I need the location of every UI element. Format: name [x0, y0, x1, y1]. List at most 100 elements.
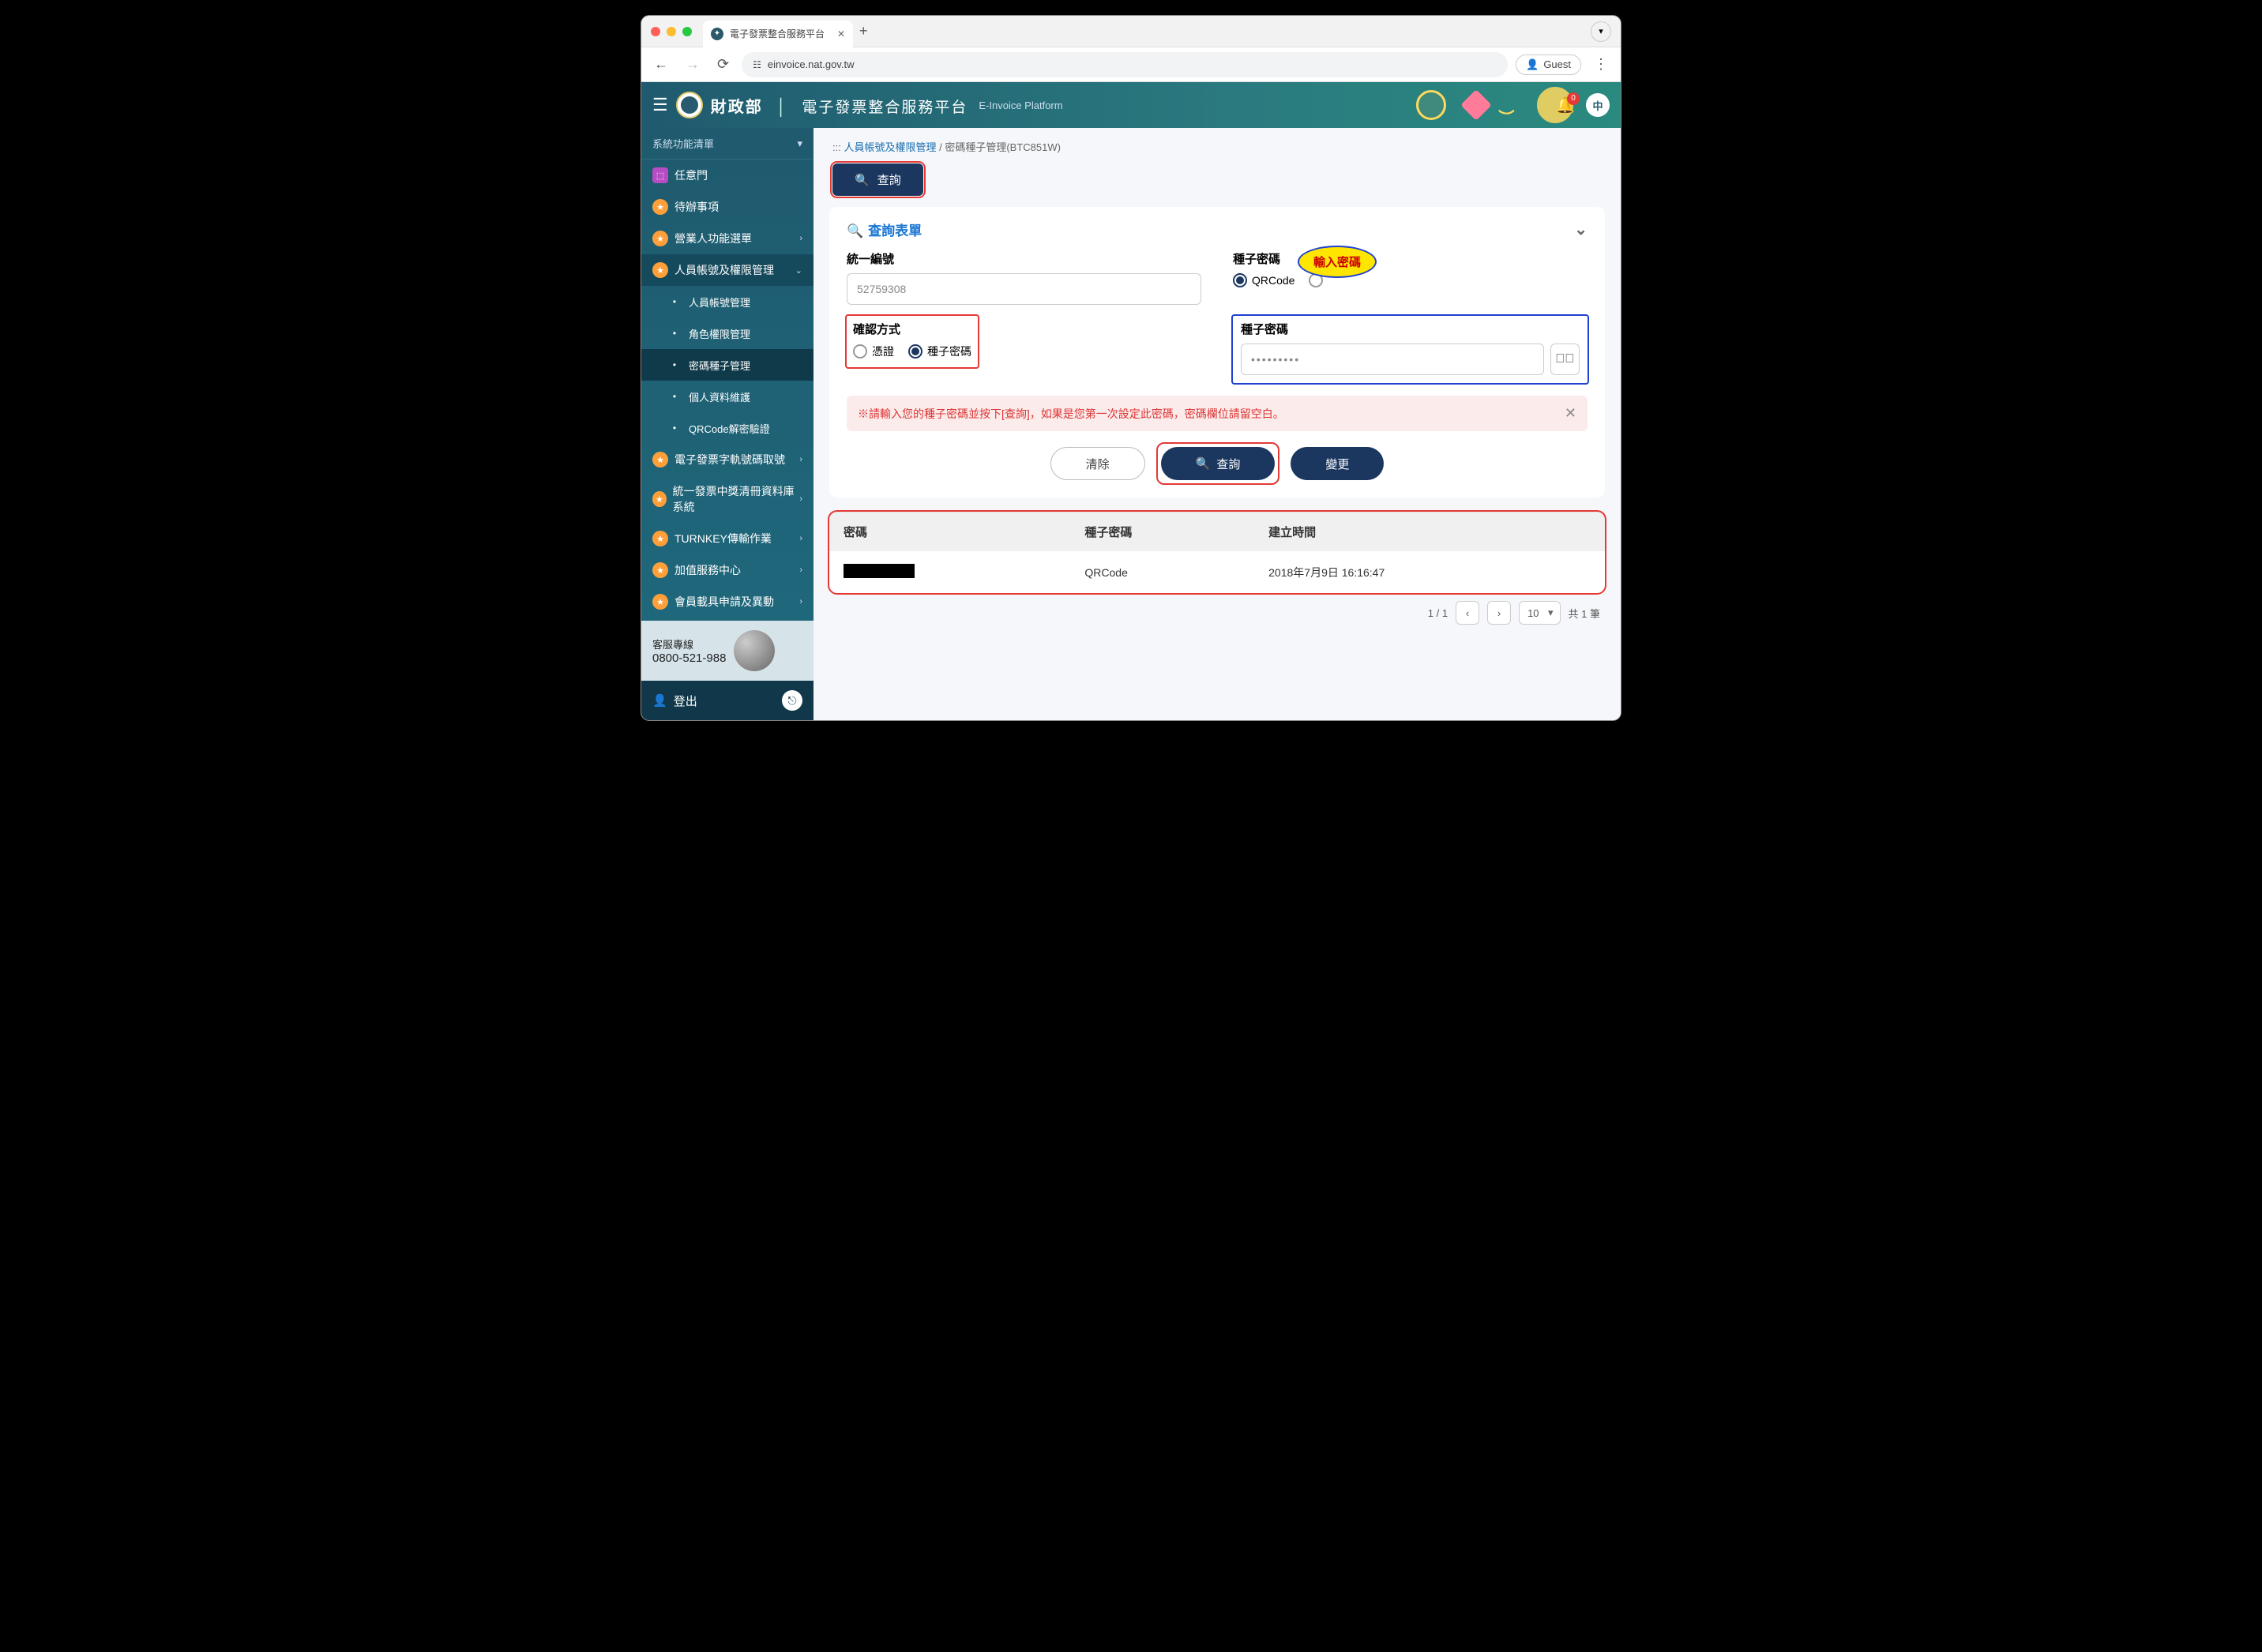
- radio-seed-password[interactable]: 種子密碼: [908, 344, 971, 359]
- alert-close-icon[interactable]: ✕: [1565, 405, 1576, 422]
- page-size-select[interactable]: 10: [1519, 601, 1560, 625]
- sidebar-item-label: 人員帳號及權限管理: [674, 262, 774, 278]
- notifications-button[interactable]: 🔔 0: [1555, 96, 1575, 115]
- th-created: 建立時間: [1254, 512, 1605, 552]
- window-controls: [651, 27, 692, 36]
- tab-title: 電子發票整合服務平台: [730, 27, 825, 40]
- redacted-password: [844, 564, 915, 578]
- clear-button[interactable]: 清除: [1050, 447, 1145, 480]
- support-block: 客服專線 0800-521-988: [641, 621, 813, 681]
- sidebar-item-label: 密碼種子管理: [689, 358, 750, 373]
- prev-page-button[interactable]: ‹: [1456, 601, 1479, 625]
- field-unified-number: 統一編號: [847, 250, 1201, 305]
- sidebar-item-seed-mgmt[interactable]: •密碼種子管理: [641, 349, 813, 381]
- chevron-right-icon: ›: [799, 234, 802, 243]
- star-icon: ★: [652, 562, 668, 578]
- sidebar-item-turnkey[interactable]: ★TURNKEY傳輸作業›: [641, 523, 813, 554]
- card-title: 查詢表單: [868, 223, 922, 238]
- page-total: 共 1 筆: [1569, 606, 1600, 621]
- header-decoration: ◞: [1416, 82, 1573, 128]
- change-button[interactable]: 變更: [1291, 447, 1384, 480]
- forward-button[interactable]: →: [681, 53, 705, 76]
- profile-icon: 👤: [1526, 58, 1539, 71]
- sidebar-heading: 系統功能清單 ▾: [641, 128, 813, 160]
- browser-window: ✦ 電子發票整合服務平台 ✕ + ▾ ← → ⟳ ☷ einvoice.nat.…: [641, 16, 1621, 720]
- sidebar-item-vas[interactable]: ★加值服務中心›: [641, 554, 813, 586]
- sidebar-item-label: 個人資料維護: [689, 389, 750, 404]
- profile-button[interactable]: 👤 Guest: [1516, 54, 1581, 75]
- star-icon: ★: [652, 531, 668, 546]
- sidebar-item-qrcode[interactable]: •QRCode解密驗證: [641, 412, 813, 444]
- button-label: 變更: [1325, 456, 1349, 472]
- brand-subtitle-en: E-Invoice Platform: [979, 99, 1062, 111]
- radio-label: 憑證: [872, 344, 894, 359]
- close-window[interactable]: [651, 27, 660, 36]
- breadcrumb: ::: 人員帳號及權限管理 / 密碼種子管理(BTC851W): [813, 128, 1621, 160]
- sidebar-item-member-carrier[interactable]: ★會員載具申請及異動›: [641, 586, 813, 618]
- sidebar-item-label: QRCode解密驗證: [689, 421, 770, 436]
- logout-label: 登出: [674, 693, 697, 709]
- star-icon: ★: [652, 262, 668, 278]
- button-label: 清除: [1086, 456, 1110, 472]
- sidebar-item-anywhere[interactable]: ⬚任意門: [641, 160, 813, 191]
- field-confirm-method: 確認方式 憑證 種子密碼: [847, 316, 1201, 383]
- collapse-icon[interactable]: ⌄: [1574, 220, 1588, 239]
- new-tab-button[interactable]: +: [859, 23, 868, 39]
- maximize-window[interactable]: [682, 27, 692, 36]
- browser-tab[interactable]: ✦ 電子發票整合服務平台 ✕: [703, 21, 853, 47]
- sidebar-item-invoice-track[interactable]: ★電子發票字軌號碼取號›: [641, 444, 813, 475]
- notif-badge: 0: [1567, 92, 1580, 105]
- sidebar-menu: ⬚任意門 ★待辦事項 ★營業人功能選單› ★ 人員帳號及權限管理 ⌄ •人員帳號管理…: [641, 160, 813, 618]
- next-page-button[interactable]: ›: [1487, 601, 1511, 625]
- back-button[interactable]: ←: [649, 53, 673, 76]
- tab-close-icon[interactable]: ✕: [837, 28, 845, 39]
- alert-message: ※請輸入您的種子密碼並按下[查詢]，如果是您第一次設定此密碼，密碼欄位請留空白。…: [847, 396, 1588, 431]
- breadcrumb-link[interactable]: 人員帳號及權限管理: [844, 141, 936, 153]
- sidebar-item-account-mgmt[interactable]: •人員帳號管理: [641, 286, 813, 317]
- support-label: 客服專線: [652, 636, 726, 651]
- sidebar-item-business[interactable]: ★營業人功能選單›: [641, 223, 813, 254]
- url-bar[interactable]: ☷ einvoice.nat.gov.tw: [742, 52, 1508, 77]
- logout-button[interactable]: 👤登出 ⎋: [641, 681, 813, 720]
- cell-time: 2018年7月9日 16:16:47: [1254, 551, 1605, 593]
- radio-qrcode[interactable]: QRCode: [1233, 273, 1294, 287]
- site-info-icon[interactable]: ☷: [753, 59, 761, 70]
- sidebar-item-role-mgmt[interactable]: •角色權限管理: [641, 317, 813, 349]
- chevron-down-icon[interactable]: ▾: [797, 137, 802, 150]
- chevron-down-icon: ⌄: [795, 265, 802, 276]
- button-label: 查詢: [1216, 456, 1240, 472]
- search-icon: 🔍: [855, 173, 870, 187]
- star-icon: ★: [652, 594, 668, 610]
- profile-label: Guest: [1543, 58, 1571, 70]
- sidebar-item-todo[interactable]: ★待辦事項: [641, 191, 813, 223]
- hamburger-icon[interactable]: ☰: [652, 95, 668, 115]
- page-size-value: 10: [1527, 607, 1539, 619]
- field-label: 確認方式: [853, 321, 971, 337]
- address-bar: ← → ⟳ ☷ einvoice.nat.gov.tw 👤 Guest ⋮: [641, 47, 1621, 82]
- query-button[interactable]: 🔍 查詢: [1161, 447, 1276, 480]
- url-text: einvoice.nat.gov.tw: [768, 58, 855, 70]
- unified-number-input[interactable]: [847, 273, 1201, 305]
- radio-label: QRCode: [1252, 274, 1294, 287]
- seed-password-input[interactable]: [1241, 344, 1544, 375]
- reload-button[interactable]: ⟳: [712, 53, 734, 76]
- query-tab-label: 查詢: [877, 171, 901, 188]
- th-password: 密碼: [829, 512, 1070, 552]
- sidebar-item-label: 會員載具申請及異動: [674, 594, 774, 610]
- minimize-window[interactable]: [667, 27, 676, 36]
- language-button[interactable]: 中: [1586, 93, 1610, 117]
- tab-overflow-button[interactable]: ▾: [1591, 21, 1611, 42]
- search-icon: 🔍: [1196, 456, 1211, 471]
- sidebar-item-winning-list[interactable]: ★統一發票中獎清冊資料庫系統›: [641, 475, 813, 523]
- sidebar-item-profile[interactable]: •個人資料維護: [641, 381, 813, 412]
- star-icon: ★: [652, 199, 668, 215]
- brand: 財政部 │ 電子發票整合服務平台: [711, 94, 968, 117]
- wifi-icon: ◞: [1496, 88, 1529, 122]
- toggle-visibility-icon[interactable]: 👁⃠: [1550, 344, 1580, 375]
- radio-certificate[interactable]: 憑證: [853, 344, 894, 359]
- browser-menu-button[interactable]: ⋮: [1589, 56, 1613, 73]
- sidebar-item-accounts[interactable]: ★ 人員帳號及權限管理 ⌄: [641, 254, 813, 286]
- query-tab-button[interactable]: 🔍 查詢: [832, 163, 923, 196]
- sidebar-item-label: 統一發票中獎清冊資料庫系統: [673, 483, 800, 515]
- map-icon: ⬚: [652, 167, 668, 183]
